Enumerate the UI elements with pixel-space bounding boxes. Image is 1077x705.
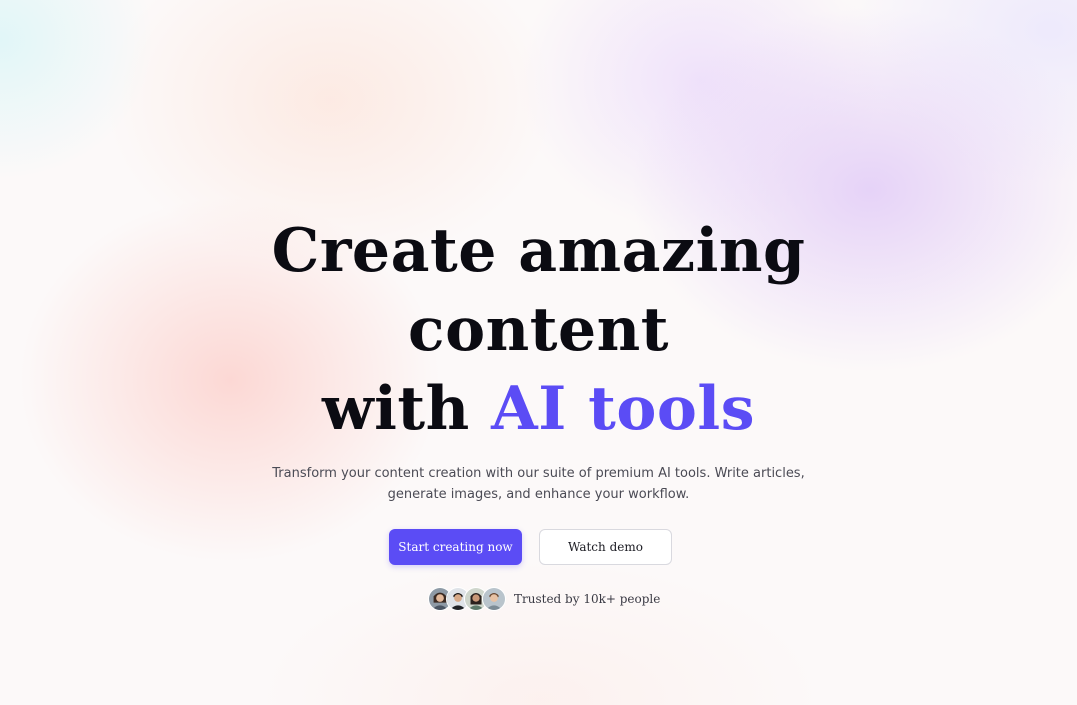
headline-prefix: with [321, 374, 492, 444]
avatar [482, 587, 506, 611]
headline-accent: AI tools [491, 374, 755, 444]
start-creating-button[interactable]: Start creating now [389, 529, 522, 565]
headline-line-2: content [408, 295, 669, 365]
watch-demo-button[interactable]: Watch demo [539, 529, 672, 565]
hero-subtitle: Transform your content creation with our… [0, 463, 1077, 505]
hero-section: Create amazing content with AI tools Tra… [0, 0, 1077, 705]
headline-line-3: with AI tools [0, 370, 1077, 449]
headline-line-1: Create amazing [271, 216, 806, 286]
avatar-group [428, 587, 506, 611]
subtitle-line-1: Transform your content creation with our… [272, 466, 805, 481]
page-title: Create amazing content with AI tools [0, 212, 1077, 449]
trusted-text: Trusted by 10k+ people [514, 592, 661, 606]
subtitle-line-2: generate images, and enhance your workfl… [387, 487, 690, 502]
social-proof: Trusted by 10k+ people [428, 586, 660, 612]
